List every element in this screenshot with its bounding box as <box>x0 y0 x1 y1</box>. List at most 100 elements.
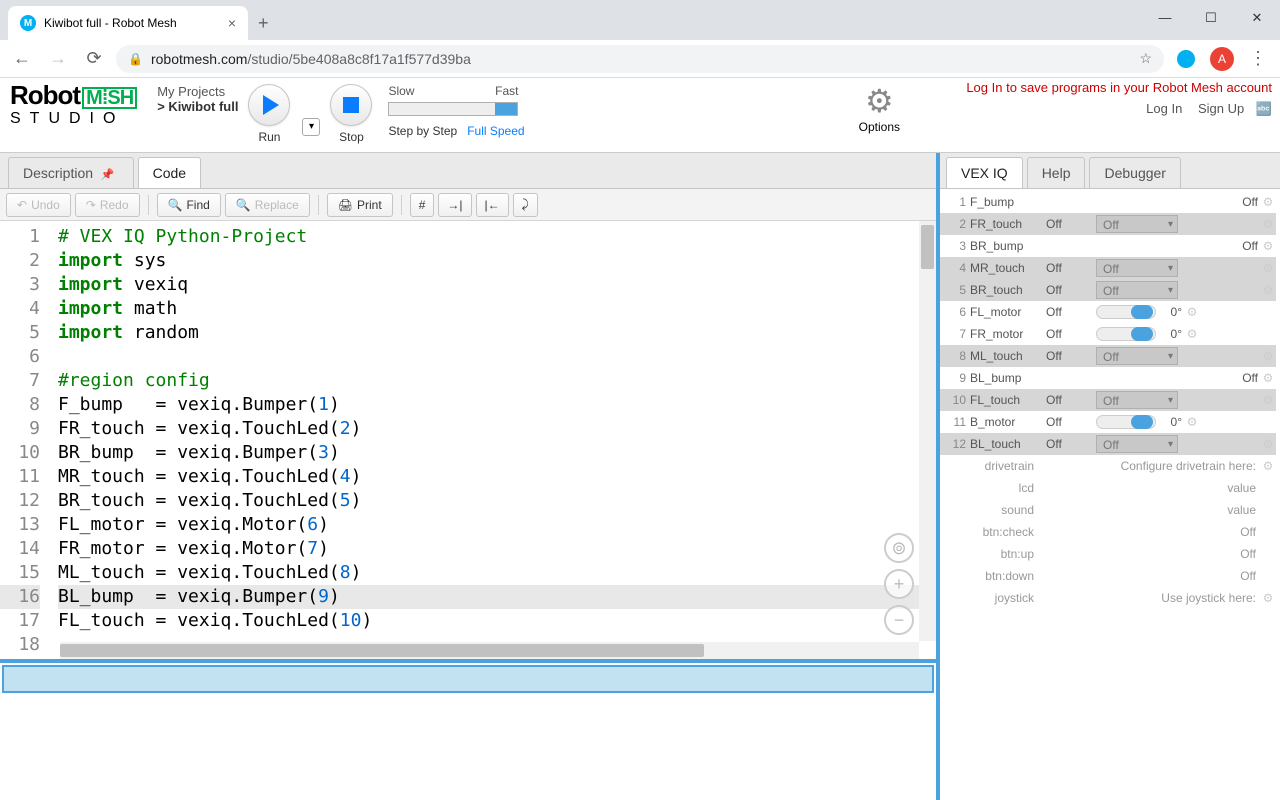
hash-button[interactable]: # <box>410 193 435 217</box>
device-gear-icon[interactable]: ⚙ <box>1260 195 1276 209</box>
breadcrumb: My Projects > Kiwibot full <box>147 78 238 114</box>
speed-control: SlowFast Step by Step Full Speed <box>382 78 534 138</box>
lock-icon: 🔒 <box>128 52 143 66</box>
window-controls: — ☐ ✕ <box>1142 8 1280 40</box>
console-output <box>0 695 936 795</box>
stop-icon <box>343 97 359 113</box>
device-slider[interactable] <box>1096 415 1156 429</box>
device-gear-icon[interactable]: ⚙ <box>1184 415 1200 429</box>
speed-slider[interactable] <box>388 102 518 116</box>
login-warning: Log In to save programs in your Robot Me… <box>966 80 1272 95</box>
horizontal-scrollbar[interactable] <box>60 642 919 659</box>
device-dropdown[interactable]: Off <box>1096 281 1178 299</box>
new-tab-button[interactable]: + <box>248 6 279 40</box>
device-row: 6FL_motorOff0°⚙ <box>940 301 1276 323</box>
replace-button[interactable]: 🔍 Replace <box>225 193 310 217</box>
device-gear-icon[interactable]: ⚙ <box>1184 305 1200 319</box>
indent-button[interactable]: →| <box>438 193 471 217</box>
right-panel: VEX IQ Help Debugger 1F_bumpOff⚙2FR_touc… <box>940 153 1280 800</box>
breadcrumb-parent[interactable]: My Projects <box>157 84 238 99</box>
device-dropdown[interactable]: Off <box>1096 435 1178 453</box>
device-gear-icon[interactable]: ⚙ <box>1260 371 1276 385</box>
console-input[interactable] <box>2 665 934 693</box>
translate-icon[interactable]: 🔤 <box>1256 101 1272 116</box>
device-row: 5BR_touchOffOff⚙ <box>940 279 1276 301</box>
undo-button[interactable]: ↶ Undo <box>6 193 71 217</box>
console <box>0 659 936 800</box>
vertical-scrollbar[interactable] <box>919 221 936 641</box>
reload-button[interactable]: ⟳ <box>80 45 108 73</box>
device-dropdown[interactable]: Off <box>1096 215 1178 233</box>
device-gear-icon[interactable]: ⚙ <box>1260 437 1276 451</box>
forward-button[interactable]: → <box>44 45 72 73</box>
minimize-icon[interactable]: — <box>1142 10 1188 25</box>
star-icon[interactable]: ☆ <box>1139 50 1152 67</box>
run-button[interactable]: Run <box>238 78 300 144</box>
device-row: 4MR_touchOffOff⚙ <box>940 257 1276 279</box>
locate-icon[interactable]: ⊚ <box>884 533 914 563</box>
device-gear-icon[interactable]: ⚙ <box>1260 349 1276 363</box>
gear-icon[interactable]: ⚙ <box>1260 591 1276 605</box>
device-row: 8ML_touchOffOff⚙ <box>940 345 1276 367</box>
code-editor[interactable]: 123456789101112131415161718 # VEX IQ Pyt… <box>0 221 936 659</box>
outdent-button[interactable]: |← <box>476 193 509 217</box>
gear-icon[interactable]: ⚙ <box>1260 459 1276 473</box>
close-window-icon[interactable]: ✕ <box>1234 10 1280 26</box>
options-button[interactable]: ⚙ Options <box>849 78 910 134</box>
stop-button[interactable]: Stop <box>320 78 382 144</box>
run-dropdown[interactable]: ▾ <box>302 118 320 136</box>
browser-chrome: M Kiwibot full - Robot Mesh × + — ☐ ✕ ← … <box>0 0 1280 78</box>
device-table: 1F_bumpOff⚙2FR_touchOffOff⚙3BR_bumpOff⚙4… <box>940 189 1280 609</box>
device-dropdown[interactable]: Off <box>1096 347 1178 365</box>
address-bar[interactable]: 🔒 robotmesh.com/studio/5be408a8c8f17a1f5… <box>116 45 1164 73</box>
back-button[interactable]: ← <box>8 45 36 73</box>
tab-help[interactable]: Help <box>1027 157 1086 188</box>
device-gear-icon[interactable]: ⚙ <box>1260 283 1276 297</box>
print-button[interactable]: 🖨 Print <box>327 193 393 217</box>
device-gear-icon[interactable]: ⚙ <box>1260 261 1276 275</box>
tab-code[interactable]: Code <box>138 157 201 188</box>
device-row: 3BR_bumpOff⚙ <box>940 235 1276 257</box>
device-gear-icon[interactable]: ⚙ <box>1260 239 1276 253</box>
device-dropdown[interactable]: Off <box>1096 391 1178 409</box>
browser-tab[interactable]: M Kiwibot full - Robot Mesh × <box>8 6 248 40</box>
profile-avatar[interactable]: A <box>1208 45 1236 73</box>
device-row: 1F_bumpOff⚙ <box>940 191 1276 213</box>
format-button[interactable]: ⤸ <box>513 193 538 217</box>
device-gear-icon[interactable]: ⚙ <box>1260 393 1276 407</box>
login-link[interactable]: Log In <box>1146 101 1182 116</box>
editor-toolbar: ↶ Undo ↷ Redo 🔍 Find 🔍 Replace 🖨 Print #… <box>0 189 936 221</box>
close-tab-icon[interactable]: × <box>228 15 236 31</box>
tab-vexiq[interactable]: VEX IQ <box>946 157 1023 188</box>
gear-icon: ⚙ <box>859 82 900 120</box>
tab-debugger[interactable]: Debugger <box>1089 157 1181 188</box>
maximize-icon[interactable]: ☐ <box>1188 10 1234 26</box>
signup-link[interactable]: Sign Up <box>1198 101 1244 116</box>
device-row: 11B_motorOff0°⚙ <box>940 411 1276 433</box>
find-button[interactable]: 🔍 Find <box>157 193 221 217</box>
device-row: 10FL_touchOffOff⚙ <box>940 389 1276 411</box>
extension-icon[interactable] <box>1172 45 1200 73</box>
editor-tabs: Description 📌 Code <box>0 153 936 189</box>
fullspeed-link[interactable]: Full Speed <box>467 124 524 138</box>
tab-title: Kiwibot full - Robot Mesh <box>44 16 177 30</box>
device-row: 2FR_touchOffOff⚙ <box>940 213 1276 235</box>
app-toolbar: RobotM⁞SH STUDIO My Projects > Kiwibot f… <box>0 78 1280 153</box>
device-slider[interactable] <box>1096 327 1156 341</box>
tab-description[interactable]: Description 📌 <box>8 157 134 188</box>
device-row: 12BL_touchOffOff⚙ <box>940 433 1276 455</box>
zoom-out-icon[interactable]: − <box>884 605 914 635</box>
menu-icon[interactable]: ⋮ <box>1244 45 1272 73</box>
pin-icon: 📌 <box>97 169 119 181</box>
device-row: 7FR_motorOff0°⚙ <box>940 323 1276 345</box>
breadcrumb-current: > Kiwibot full <box>157 99 238 114</box>
step-link[interactable]: Step by Step <box>388 124 457 138</box>
redo-button[interactable]: ↷ Redo <box>75 193 140 217</box>
zoom-in-icon[interactable]: + <box>884 569 914 599</box>
device-gear-icon[interactable]: ⚙ <box>1260 217 1276 231</box>
logo: RobotM⁞SH STUDIO <box>0 78 147 127</box>
device-row: 9BL_bumpOff⚙ <box>940 367 1276 389</box>
device-gear-icon[interactable]: ⚙ <box>1184 327 1200 341</box>
device-dropdown[interactable]: Off <box>1096 259 1178 277</box>
device-slider[interactable] <box>1096 305 1156 319</box>
